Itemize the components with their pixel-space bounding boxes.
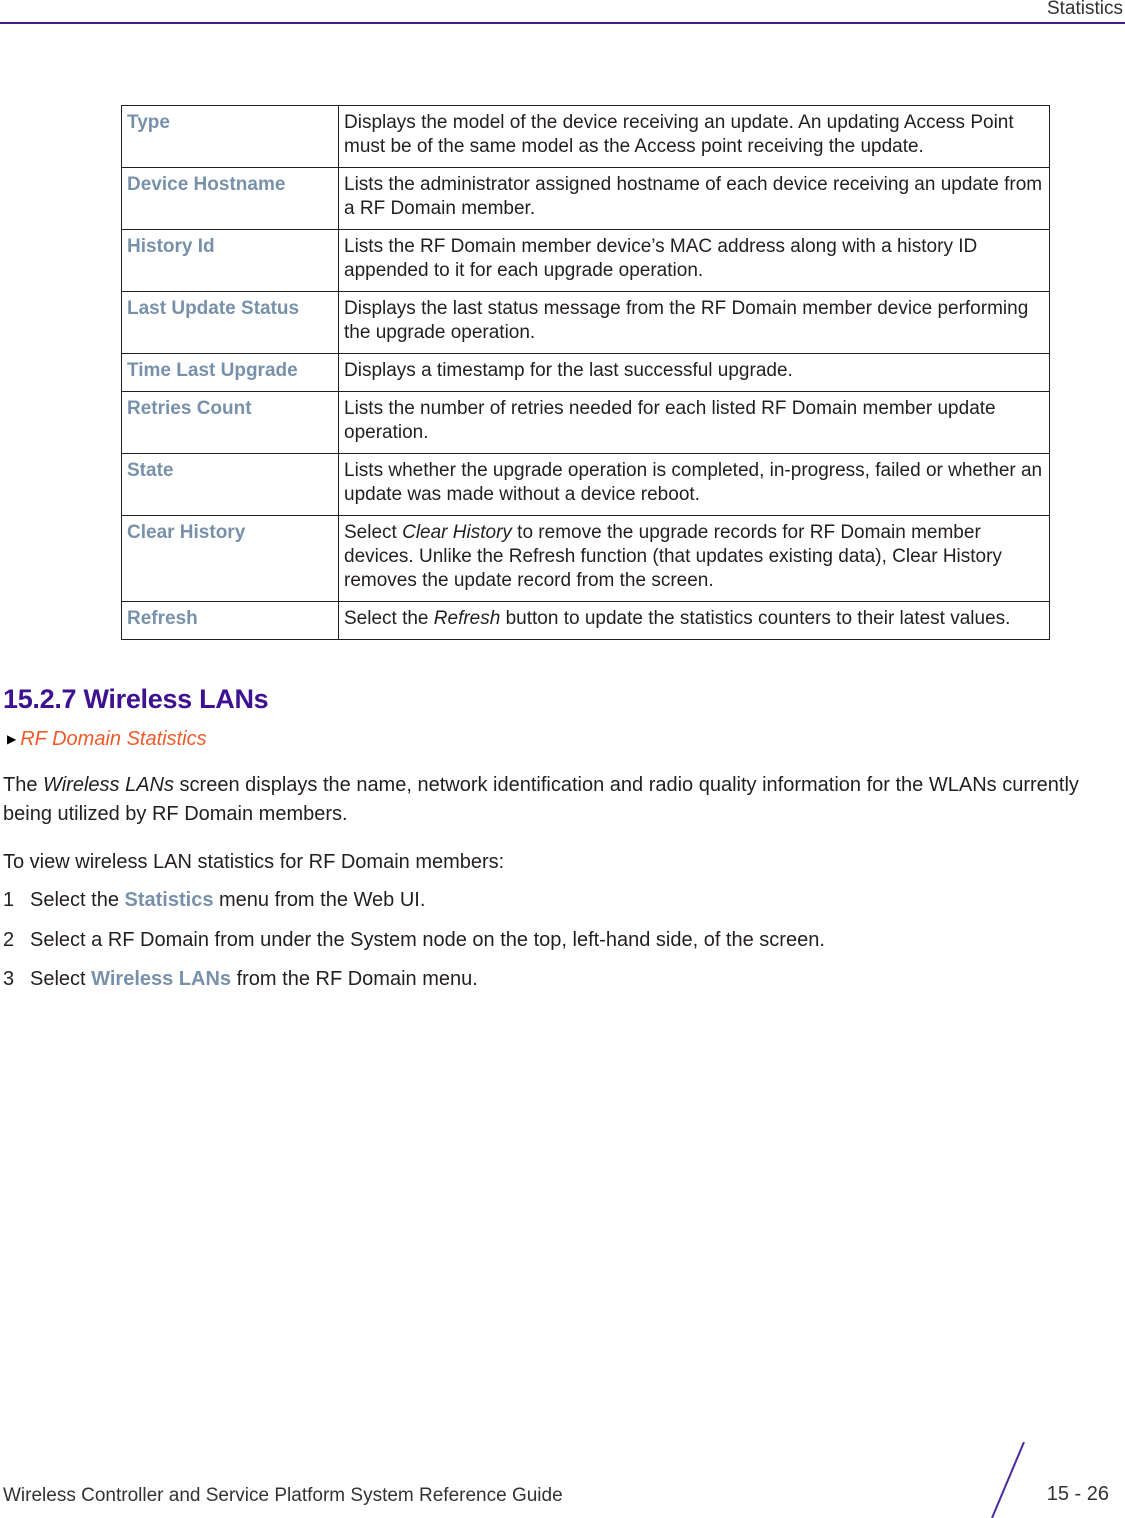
term-cell: Time Last Upgrade <box>121 353 339 392</box>
table-row: Time Last Upgrade Displays a timestamp f… <box>121 353 1050 392</box>
header-rule <box>0 22 1125 24</box>
step-ui-term: Statistics <box>124 889 214 911</box>
step-number: 1 <box>3 889 15 911</box>
step-text: Select the <box>30 889 125 911</box>
step-item: 3 Select Wireless LANs from the RF Domain… <box>3 968 478 991</box>
term-cell: Last Update Status <box>121 291 339 354</box>
xref-label[interactable]: RF Domain Statistics <box>20 728 206 750</box>
desc-cell: Lists whether the upgrade operation is c… <box>338 453 1050 516</box>
table-row: Clear History Select Clear History to re… <box>121 515 1050 602</box>
table-row: Type Displays the model of the device re… <box>121 105 1050 168</box>
desc-emphasis: Clear History <box>402 522 512 543</box>
desc-cell: Lists the number of retries needed for e… <box>338 391 1050 454</box>
definition-table: Type Displays the model of the device re… <box>121 105 1050 640</box>
term-cell: Type <box>121 105 339 168</box>
desc-text: Select the <box>344 608 434 629</box>
step-text: menu from the Web UI. <box>213 889 426 911</box>
term-cell: Retries Count <box>121 391 339 454</box>
table-row: Refresh Select the Refresh button to upd… <box>121 601 1050 640</box>
section-heading: 15.2.7 Wireless LANs <box>3 684 269 714</box>
step-text: Select <box>30 968 92 990</box>
term-cell: Refresh <box>121 601 339 640</box>
table-row: Last Update Status Displays the last sta… <box>121 291 1050 354</box>
triangle-right-icon: ▶ <box>7 732 17 746</box>
step-text: from the RF Domain menu. <box>231 968 478 990</box>
footer-guide-title: Wireless Controller and Service Platform… <box>3 1485 563 1506</box>
desc-text: Select <box>344 522 403 543</box>
step-item: 2 Select a RF Domain from under the Syste… <box>3 929 825 952</box>
desc-cell: Lists the RF Domain member device’s MAC … <box>338 229 1050 292</box>
step-text: Select a RF Domain from under the System… <box>30 929 825 951</box>
desc-cell: Displays a timestamp for the last succes… <box>338 353 1050 392</box>
intro-text: The <box>3 774 44 796</box>
intro-paragraph: The Wireless LANs screen displays the na… <box>3 771 1113 829</box>
step-number: 2 <box>3 929 15 951</box>
table-row: History Id Lists the RF Domain member de… <box>121 229 1050 292</box>
term-cell: Device Hostname <box>121 167 339 230</box>
step-ui-term: Wireless LANs <box>91 968 232 990</box>
desc-cell: Displays the last status message from th… <box>338 291 1050 354</box>
cross-reference-link[interactable]: ▶ RF Domain Statistics <box>7 728 207 751</box>
table-row: Device Hostname Lists the administrator … <box>121 167 1050 230</box>
desc-cell: Select Clear History to remove the upgra… <box>338 515 1050 602</box>
intro-emphasis: Wireless LANs <box>43 774 174 796</box>
term-cell: State <box>121 453 339 516</box>
term-cell: History Id <box>121 229 339 292</box>
desc-emphasis: Refresh <box>433 608 501 629</box>
page-number: 15 - 26 <box>1046 1483 1109 1505</box>
desc-cell: Lists the administrator assigned hostnam… <box>338 167 1050 230</box>
lead-paragraph: To view wireless LAN statistics for RF D… <box>3 851 505 873</box>
running-header-title: Statistics <box>1046 0 1123 19</box>
term-cell: Clear History <box>121 515 339 602</box>
desc-cell: Displays the model of the device receivi… <box>338 105 1050 168</box>
step-number: 3 <box>3 968 15 990</box>
footer-slash-icon <box>991 1442 1025 1518</box>
table-row: State Lists whether the upgrade operatio… <box>121 453 1050 516</box>
table-row: Retries Count Lists the number of retrie… <box>121 391 1050 454</box>
desc-cell: Select the Refresh button to update the … <box>338 601 1050 640</box>
desc-text: button to update the statistics counters… <box>500 608 1011 629</box>
step-item: 1 Select the Statistics menu from the Web… <box>3 889 425 912</box>
